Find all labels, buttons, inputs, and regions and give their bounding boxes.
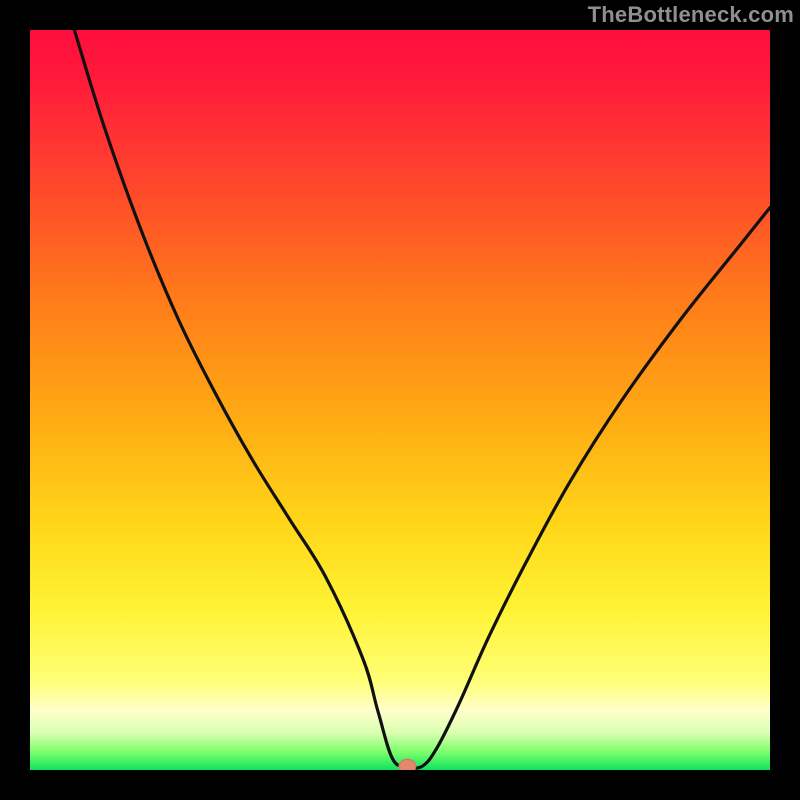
chart-frame: TheBottleneck.com [0,0,800,800]
watermark-text: TheBottleneck.com [588,2,794,28]
chart-marker [399,759,416,770]
curve-svg [30,30,770,770]
bottleneck-curve [74,30,770,768]
plot-area [30,30,770,770]
